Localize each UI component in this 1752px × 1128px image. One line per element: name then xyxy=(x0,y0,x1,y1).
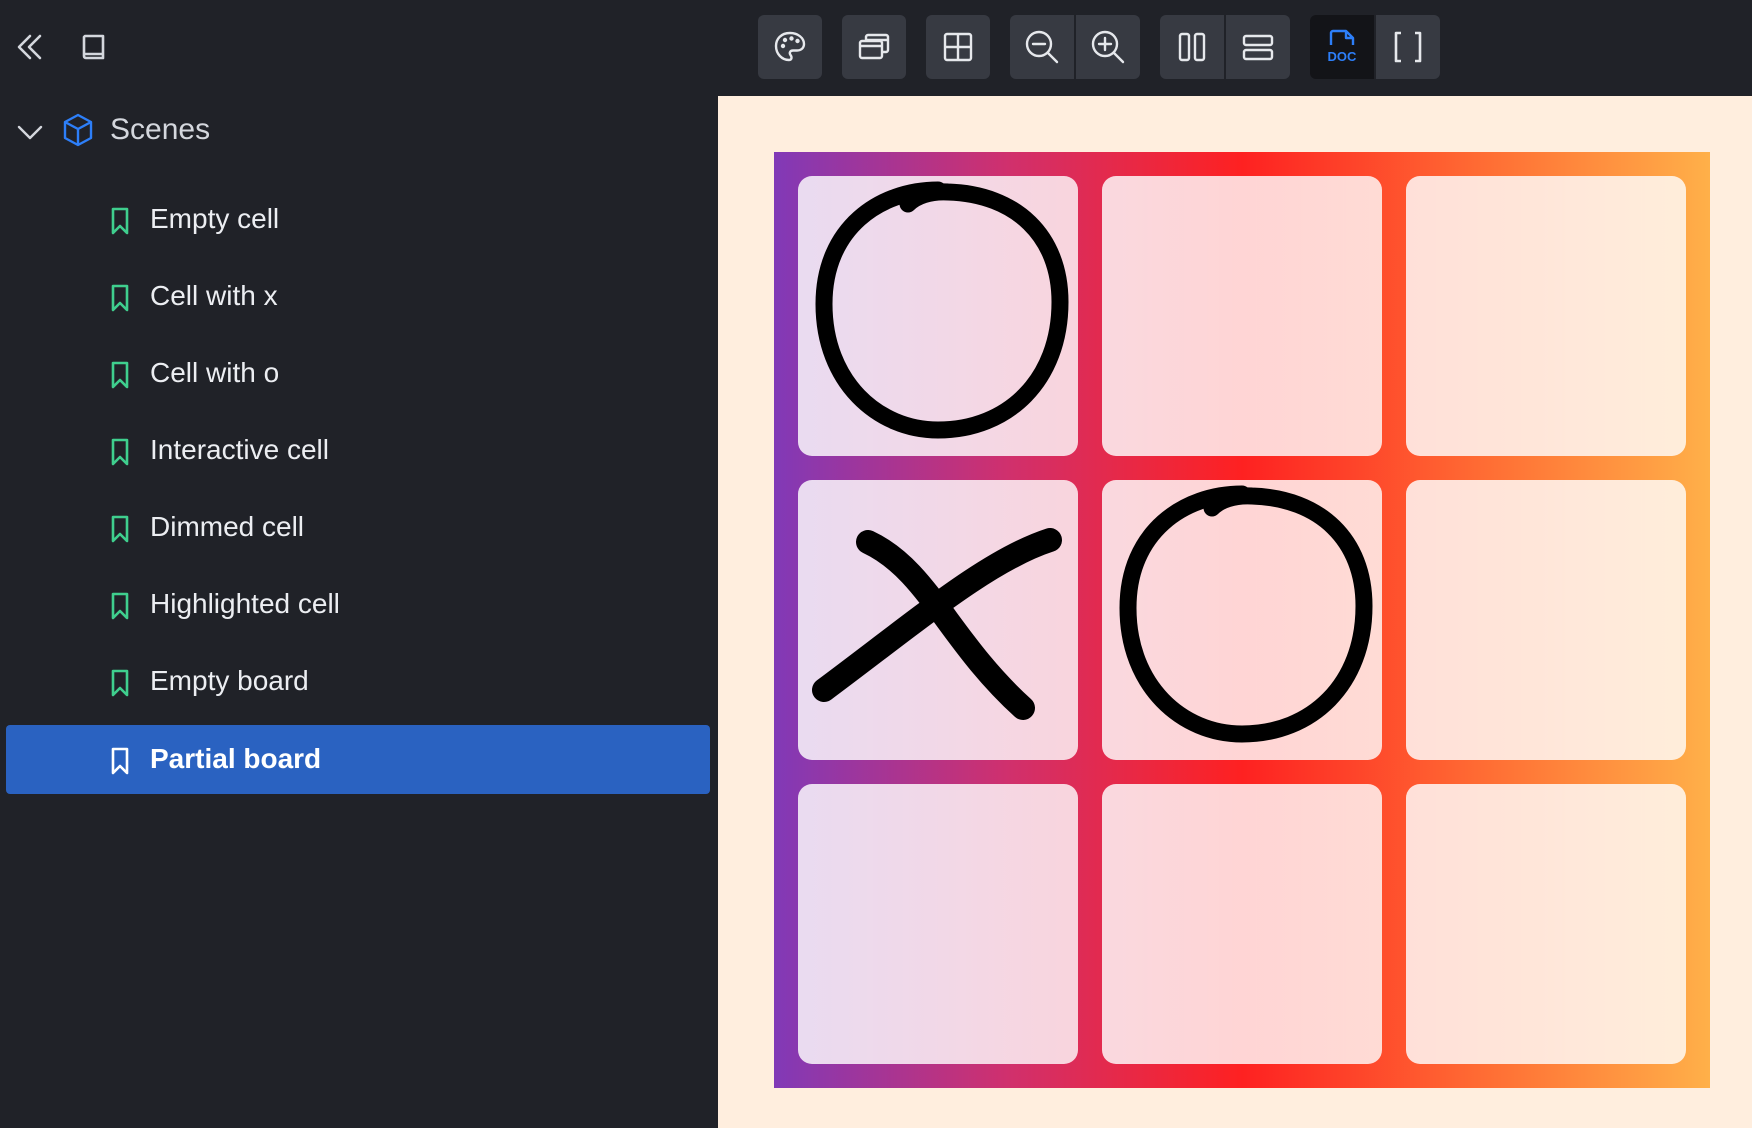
story-label: Cell with o xyxy=(150,357,280,388)
board-cell[interactable] xyxy=(798,784,1078,1064)
brackets-icon[interactable] xyxy=(1376,15,1440,79)
board-cell[interactable] xyxy=(1406,480,1686,760)
bookmark-icon xyxy=(111,284,129,312)
story-label: Interactive cell xyxy=(150,434,329,465)
zoom-in-icon[interactable] xyxy=(1076,15,1140,79)
columns-icon[interactable] xyxy=(1160,15,1224,79)
zoom-out-icon[interactable] xyxy=(1010,15,1074,79)
story-label: Empty board xyxy=(150,665,309,696)
bookmark-icon xyxy=(111,207,129,235)
rows-icon[interactable] xyxy=(1226,15,1290,79)
story-item-cell-with-x[interactable]: Cell with x xyxy=(6,262,710,331)
o-mark-icon xyxy=(815,181,1069,439)
story-label: Partial board xyxy=(150,743,322,774)
windows-icon[interactable] xyxy=(842,15,906,79)
story-item-empty-cell[interactable]: Empty cell xyxy=(6,185,710,254)
chevron-down-icon xyxy=(17,125,43,140)
story-item-dimmed-cell[interactable]: Dimmed cell xyxy=(6,493,710,562)
story-label: Cell with x xyxy=(150,280,278,311)
story-item-cell-with-o[interactable]: Cell with o xyxy=(6,339,710,408)
grid-icon[interactable] xyxy=(926,15,990,79)
board-cell[interactable] xyxy=(1102,784,1382,1064)
tic-tac-toe-board xyxy=(774,152,1710,1088)
component-cube-icon xyxy=(63,113,93,147)
scenes-group-header[interactable]: Scenes xyxy=(0,100,718,162)
story-label: Dimmed cell xyxy=(150,511,305,542)
board-cell[interactable] xyxy=(1406,176,1686,456)
sidebar: Scenes Empty cell Cell with x Cell with … xyxy=(0,96,718,1128)
story-item-partial-board[interactable]: Partial board xyxy=(6,725,710,794)
story-item-interactive-cell[interactable]: Interactive cell xyxy=(6,416,710,485)
x-mark-icon xyxy=(812,528,1062,720)
preview-canvas xyxy=(718,96,1752,1128)
story-label: Highlighted cell xyxy=(150,588,340,619)
scenes-group-label: Scenes xyxy=(110,113,211,146)
palette-icon[interactable] xyxy=(758,15,822,79)
bookmark-icon xyxy=(111,669,129,697)
board-cell[interactable] xyxy=(1406,784,1686,1064)
bookmark-icon xyxy=(111,592,129,620)
top-toolbar: DOC xyxy=(0,0,1752,96)
story-label: Empty cell xyxy=(150,203,280,234)
doc-icon[interactable]: DOC xyxy=(1310,15,1374,79)
bookmark-icon xyxy=(111,361,129,389)
book-icon[interactable] xyxy=(74,27,114,67)
story-item-highlighted-cell[interactable]: Highlighted cell xyxy=(6,570,710,639)
board-cell[interactable] xyxy=(798,176,1078,456)
board-cell[interactable] xyxy=(1102,176,1382,456)
double-chevron-left-icon[interactable] xyxy=(10,27,50,67)
story-item-empty-board[interactable]: Empty board xyxy=(6,647,710,716)
doc-icon-label: DOC xyxy=(1328,49,1358,64)
board-cell[interactable] xyxy=(1102,480,1382,760)
board-cell[interactable] xyxy=(798,480,1078,760)
o-mark-icon xyxy=(1119,485,1373,743)
bookmark-icon xyxy=(111,515,129,543)
bookmark-icon xyxy=(111,747,129,775)
bookmark-icon xyxy=(111,438,129,466)
